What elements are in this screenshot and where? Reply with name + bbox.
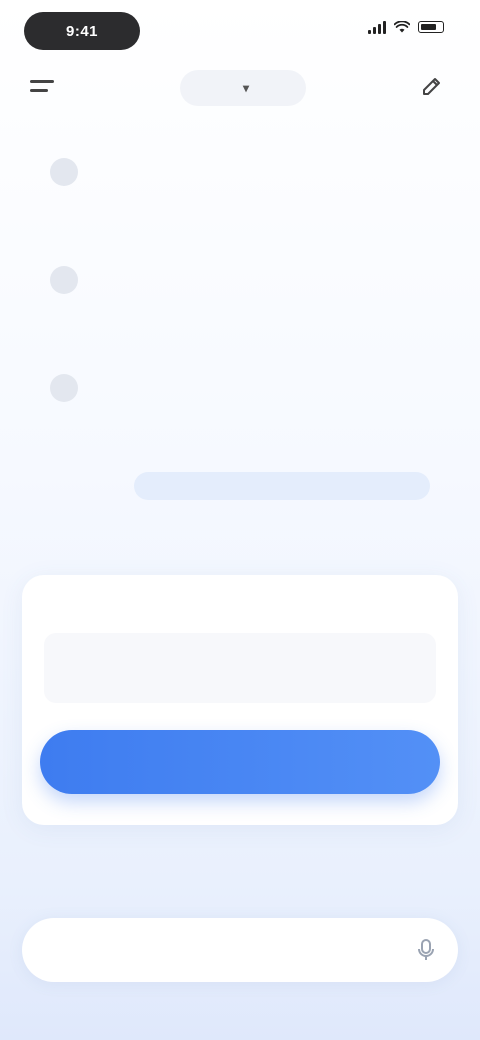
chevron-down-icon: ▾ [242,81,250,95]
microphone-icon [418,939,434,960]
new-chat-icon [423,78,440,95]
send-button[interactable] [40,730,440,794]
menu-icon-line [30,89,48,92]
status-time: 9:41 [24,12,140,50]
header: ▾ [0,62,480,112]
assistant-message [50,260,430,294]
bottom-input-bar [22,918,458,982]
assistant-message [50,368,430,402]
model-selector[interactable]: ▾ [180,70,306,106]
status-bar: 9:41 [0,0,480,60]
menu-button[interactable] [30,70,62,102]
composer-card [22,575,458,825]
assistant-avatar [50,374,78,402]
battery-icon [418,21,444,33]
assistant-avatar [50,158,78,186]
assistant-avatar [50,266,78,294]
user-message-bubble [134,472,430,500]
menu-icon-line [30,80,54,83]
assistant-message [50,152,430,186]
wifi-icon [394,21,410,33]
microphone-button[interactable] [414,938,438,962]
message-input[interactable] [42,940,414,960]
composer-input[interactable] [44,633,436,703]
status-icons [368,20,444,34]
new-chat-button[interactable] [416,70,448,102]
cellular-signal-icon [368,20,386,34]
